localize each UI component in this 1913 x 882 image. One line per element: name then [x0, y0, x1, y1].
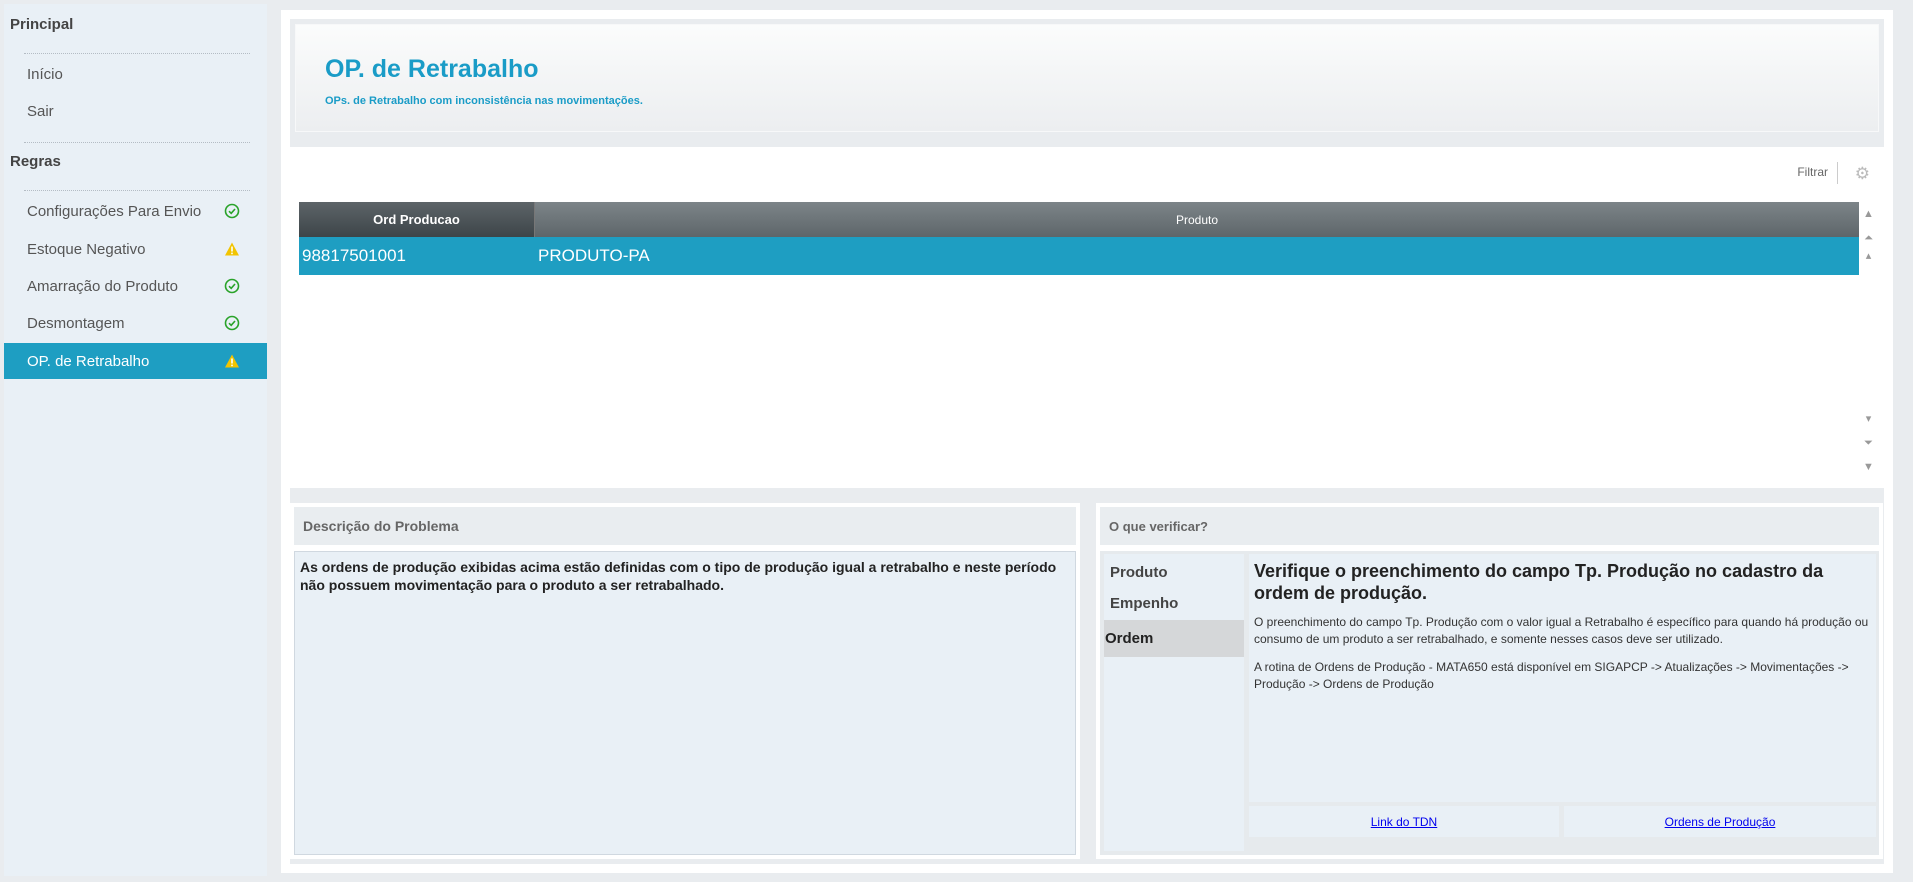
tab-empenho[interactable]: Empenho [1104, 585, 1244, 622]
link-box: Ordens de Produção [1564, 806, 1876, 837]
scroll-top-icon[interactable]: ▲ [1859, 202, 1878, 226]
sidebar-item-inicio[interactable]: Início [4, 56, 267, 92]
sidebar-divider [24, 142, 250, 143]
sidebar-item-label: Início [27, 65, 63, 83]
link-tdn[interactable]: Link do TDN [1371, 815, 1437, 829]
sidebar-item-sair[interactable]: Sair [4, 93, 267, 129]
sidebar-item-desmontagem[interactable]: Desmontagem [4, 305, 267, 341]
table-row[interactable]: 98817501001 PRODUTO-PA [299, 237, 1859, 275]
sidebar-divider [24, 53, 250, 54]
link-box: Link do TDN [1249, 806, 1559, 837]
scroll-up-icon[interactable]: ▴ [1859, 244, 1878, 268]
link-ordens-de-producao[interactable]: Ordens de Produção [1665, 815, 1776, 829]
sidebar-item-estoque-negativo[interactable]: Estoque Negativo [4, 231, 267, 267]
sidebar-item-label: Sair [27, 102, 54, 120]
page-subtitle: OPs. de Retrabalho com inconsistência na… [325, 95, 643, 107]
sidebar-section-regras: Regras [10, 153, 61, 170]
sidebar-item-label: Estoque Negativo [27, 240, 146, 258]
check-content: Produto Empenho Ordem Verifique o preenc… [1100, 551, 1879, 855]
check-circle-icon [223, 277, 241, 295]
check-paragraph: O preenchimento do campo Tp. Produção co… [1254, 615, 1869, 646]
check-circle-icon [223, 202, 241, 220]
filter-button[interactable]: Filtrar [1797, 165, 1828, 179]
table-header: Ord Producao Produto [299, 202, 1859, 237]
page-header: OP. de Retrabalho OPs. de Retrabalho com… [295, 24, 1879, 132]
scroll-bottom-icon[interactable]: ▼ [1859, 455, 1878, 479]
main-area: OP. de Retrabalho OPs. de Retrabalho com… [281, 10, 1893, 873]
sidebar-item-configuracoes-para-envio[interactable]: Configurações Para Envio [4, 193, 267, 229]
description-panel: Descrição do Problema As ordens de produ… [290, 503, 1080, 859]
sidebar-item-label: Amarração do Produto [27, 277, 178, 295]
sidebar-section-principal: Principal [10, 16, 74, 33]
check-circle-icon [223, 314, 241, 332]
grid-panel: Filtrar ⚙ Ord Producao Produto 988175010… [290, 147, 1884, 488]
main-content: OP. de Retrabalho OPs. de Retrabalho com… [290, 19, 1884, 864]
description-title: Descrição do Problema [294, 507, 1076, 545]
column-header-produto[interactable]: Produto [535, 202, 1859, 237]
scroll-down-icon[interactable]: ▾ [1859, 407, 1878, 431]
sidebar-item-label: Desmontagem [27, 314, 125, 332]
sidebar-item-label: OP. de Retrabalho [27, 352, 150, 370]
check-title: O que verificar? [1100, 507, 1879, 545]
check-detail: Verifique o preenchimento do campo Tp. P… [1249, 554, 1876, 802]
sidebar-item-op-de-retrabalho[interactable]: OP. de Retrabalho [4, 343, 267, 379]
table-scrollbar[interactable]: ▲ ⏶ ▴ ▾ ⏷ ▼ [1859, 202, 1878, 483]
warning-icon [223, 240, 241, 258]
check-heading: Verifique o preenchimento do campo Tp. P… [1254, 561, 1824, 603]
check-tabs: Produto Empenho Ordem [1104, 554, 1244, 851]
toolbar-divider [1837, 162, 1838, 184]
scroll-page-down-icon[interactable]: ⏷ [1859, 431, 1878, 455]
cell-ord-producao: 98817501001 [302, 246, 407, 265]
page-title: OP. de Retrabalho [325, 55, 539, 83]
description-text: As ordens de produção exibidas acima est… [294, 551, 1076, 855]
column-header-ord-producao[interactable]: Ord Producao [299, 202, 535, 237]
check-panel: O que verificar? Produto Empenho Ordem V… [1096, 503, 1883, 859]
sidebar-item-amarracao-do-produto[interactable]: Amarração do Produto [4, 268, 267, 304]
cell-produto: PRODUTO-PA [538, 246, 650, 265]
sidebar-divider [24, 190, 250, 191]
check-paragraph: A rotina de Ordens de Produção - MATA650… [1254, 660, 1849, 691]
gear-icon[interactable]: ⚙ [1855, 165, 1870, 182]
sidebar: Principal Início Sair Regras Configuraçõ… [4, 4, 267, 876]
sidebar-item-label: Configurações Para Envio [27, 202, 202, 220]
warning-icon [223, 352, 241, 370]
tab-ordem[interactable]: Ordem [1104, 620, 1244, 657]
check-links: Link do TDN Ordens de Produção [1249, 806, 1876, 851]
